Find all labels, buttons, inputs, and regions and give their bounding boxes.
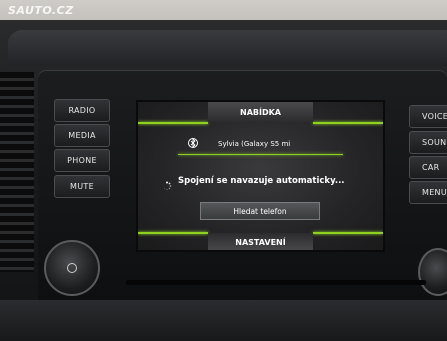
power-volume-knob[interactable] bbox=[44, 240, 100, 296]
loading-spinner-icon bbox=[162, 176, 172, 191]
mute-button[interactable]: MUTE bbox=[54, 175, 110, 198]
dashboard-trim bbox=[8, 30, 447, 66]
accent-line bbox=[138, 122, 208, 124]
accent-line bbox=[313, 122, 383, 124]
media-button[interactable]: MEDIA bbox=[54, 124, 110, 147]
voice-button[interactable]: VOICE bbox=[409, 105, 447, 128]
car-button[interactable]: CAR bbox=[409, 156, 447, 179]
infotainment-screen: NABÍDKA Sylvia (Galaxy S5 mi Spojení se … bbox=[136, 100, 385, 252]
air-vent bbox=[0, 72, 34, 272]
tab-nastaveni[interactable]: NASTAVENÍ bbox=[208, 233, 313, 250]
menu-button[interactable]: MENU bbox=[409, 181, 447, 204]
power-icon bbox=[67, 263, 77, 273]
sound-button[interactable]: SOUND bbox=[409, 131, 447, 154]
phone-button[interactable]: PHONE bbox=[54, 149, 110, 172]
tab-nabidka[interactable]: NABÍDKA bbox=[208, 102, 313, 122]
connection-status: Spojení se navazuje automaticky... bbox=[178, 176, 345, 186]
device-underline bbox=[178, 154, 343, 155]
accent-line bbox=[313, 232, 383, 234]
lower-console bbox=[0, 300, 447, 341]
radio-button[interactable]: RADIO bbox=[54, 99, 110, 122]
watermark: SAUTO.CZ bbox=[8, 4, 74, 17]
find-phone-button[interactable]: Hledat telefon bbox=[200, 202, 320, 220]
cd-slot bbox=[126, 280, 426, 285]
bluetooth-icon bbox=[188, 137, 198, 149]
top-bar: NABÍDKA bbox=[138, 102, 383, 124]
device-name: Sylvia (Galaxy S5 mi bbox=[218, 140, 291, 148]
accent-line bbox=[138, 232, 208, 234]
